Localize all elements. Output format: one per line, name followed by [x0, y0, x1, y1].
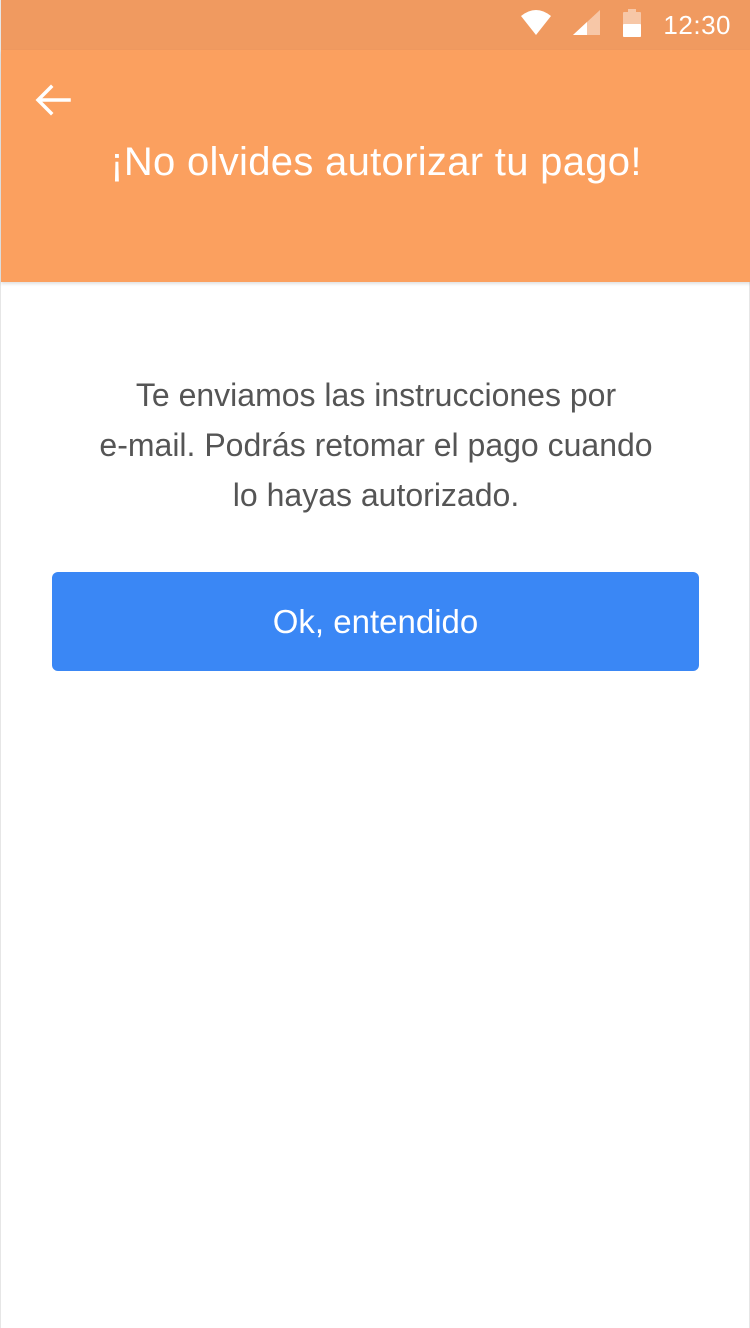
message-line: Te enviamos las instrucciones por — [135, 377, 617, 413]
message-line: e-mail. Podrás retomar el pago cuando — [99, 427, 653, 463]
ok-understood-button[interactable]: Ok, entendido — [52, 572, 699, 671]
signal-icon — [573, 9, 601, 41]
app-bar: ¡No olvides autorizar tu pago! — [1, 50, 750, 282]
status-bar: 12:30 — [1, 0, 750, 50]
status-time: 12:30 — [663, 9, 731, 40]
info-message: Te enviamos las instrucciones por e-mail… — [56, 370, 696, 520]
battery-icon — [623, 8, 642, 42]
wifi-icon — [521, 9, 552, 41]
message-line: lo hayas autorizado. — [232, 477, 520, 513]
main-content: Te enviamos las instrucciones por e-mail… — [1, 282, 750, 671]
status-icons: 12:30 — [521, 0, 731, 50]
back-button[interactable] — [27, 80, 79, 124]
page-title: ¡No olvides autorizar tu pago! — [110, 140, 642, 184]
arrow-left-icon — [35, 84, 71, 121]
screen: 12:30 ¡No olvides autorizar tu pago! Te … — [0, 0, 750, 1328]
